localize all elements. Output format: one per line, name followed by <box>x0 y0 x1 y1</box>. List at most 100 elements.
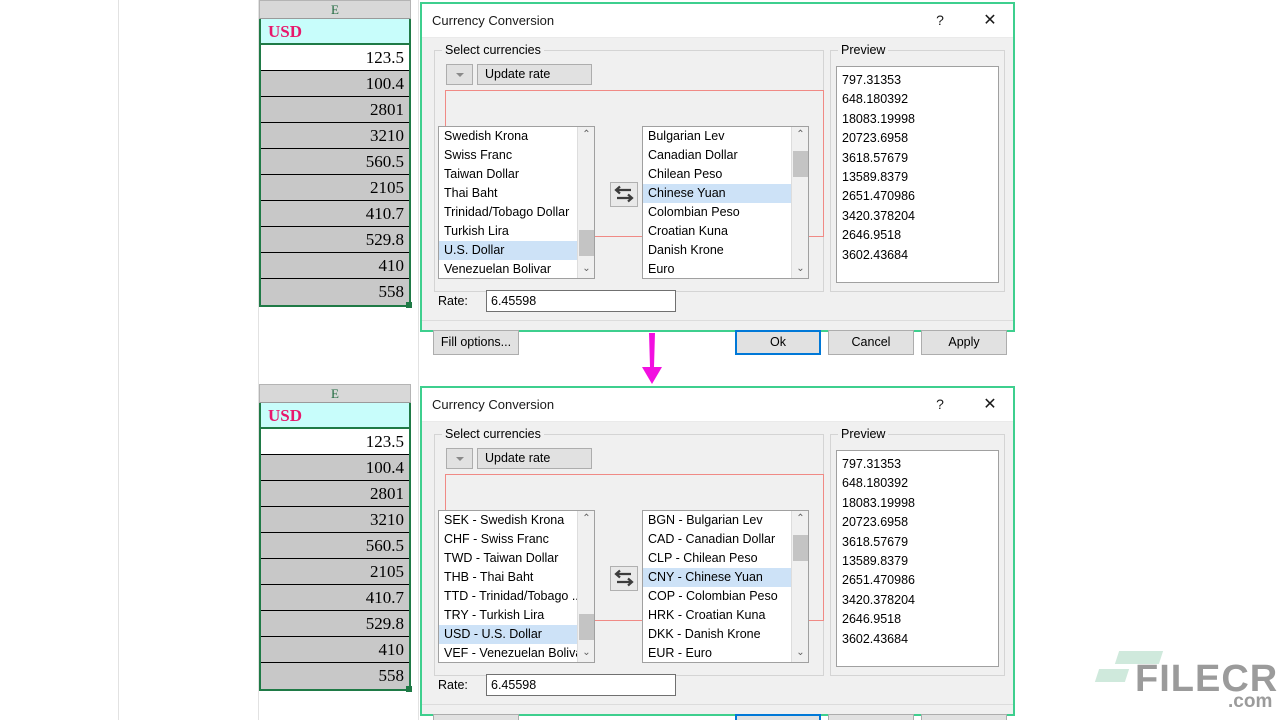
spreadsheet-cell[interactable]: 410.7 <box>261 201 409 227</box>
scrollbar-thumb[interactable] <box>579 614 594 640</box>
currency-list-item[interactable]: BGN - Bulgarian Lev <box>643 511 791 530</box>
currency-list-item[interactable]: THB - Thai Baht <box>439 568 577 587</box>
scroll-up-icon[interactable]: ⌃ <box>792 127 808 144</box>
currency-list-item[interactable]: TTD - Trinidad/Tobago ... <box>439 587 577 606</box>
spreadsheet-cell[interactable]: 100.4 <box>261 455 409 481</box>
currency-list-item[interactable]: Chinese Yuan <box>643 184 791 203</box>
currency-list-item[interactable]: CNY - Chinese Yuan <box>643 568 791 587</box>
currency-list-item[interactable]: Canadian Dollar <box>643 146 791 165</box>
currency-list-item[interactable]: Swedish Krona <box>439 127 577 146</box>
scroll-up-icon[interactable]: ⌃ <box>578 127 594 144</box>
currency-list-item[interactable]: Trinidad/Tobago Dollar <box>439 203 577 222</box>
scrollbar-thumb[interactable] <box>793 535 808 561</box>
currency-list-item[interactable]: Danish Krone <box>643 241 791 260</box>
currency-list-item[interactable]: Venezuelan Bolivar <box>439 260 577 278</box>
fill-handle[interactable] <box>406 686 412 692</box>
spreadsheet-cell[interactable]: 558 <box>261 663 409 689</box>
currency-list-item[interactable]: Chilean Peso <box>643 165 791 184</box>
column-header-e[interactable]: E <box>259 0 411 19</box>
fill-options-button[interactable]: Fill options... <box>433 330 519 355</box>
currency-list-item[interactable]: Euro <box>643 260 791 278</box>
spreadsheet-cell[interactable]: 2105 <box>261 559 409 585</box>
spreadsheet-cell[interactable]: 123.5 <box>261 429 409 455</box>
title-bar[interactable]: Currency Conversion ? ✕ <box>422 4 1013 38</box>
scrollbar-thumb[interactable] <box>579 230 594 256</box>
target-currency-listbox[interactable]: Bulgarian Lev Canadian Dollar Chilean Peso… <box>642 126 809 279</box>
spreadsheet-cell[interactable]: 2801 <box>261 481 409 507</box>
source-currency-listbox[interactable]: Swedish Krona Swiss Franc Taiwan Dollar Tha… <box>438 126 595 279</box>
currency-list-item[interactable]: COP - Colombian Peso <box>643 587 791 606</box>
source-currency-listbox[interactable]: SEK - Swedish Krona CHF - Swiss Franc TWD … <box>438 510 595 663</box>
scrollbar-thumb[interactable] <box>793 151 808 177</box>
spreadsheet-cell[interactable]: 529.8 <box>261 227 409 253</box>
currency-list-item[interactable]: Turkish Lira <box>439 222 577 241</box>
column-header-e[interactable]: E <box>259 384 411 403</box>
currency-list-item[interactable]: Colombian Peso <box>643 203 791 222</box>
ok-button[interactable]: Ok <box>735 714 821 720</box>
currency-list-item[interactable]: Taiwan Dollar <box>439 165 577 184</box>
update-rate-button[interactable]: Update rate <box>477 448 592 469</box>
currency-list-item[interactable]: U.S. Dollar <box>439 241 577 260</box>
scroll-up-icon[interactable]: ⌃ <box>792 511 808 528</box>
title-bar[interactable]: Currency Conversion ? ✕ <box>422 388 1013 422</box>
spreadsheet-cell[interactable]: 529.8 <box>261 611 409 637</box>
help-icon[interactable]: ? <box>919 388 961 421</box>
ok-button[interactable]: Ok <box>735 330 821 355</box>
currency-list-item[interactable]: SEK - Swedish Krona <box>439 511 577 530</box>
scroll-down-icon[interactable]: ⌄ <box>792 645 808 662</box>
currency-list-item[interactable]: CHF - Swiss Franc <box>439 530 577 549</box>
currency-list-item[interactable]: DKK - Danish Krone <box>643 625 791 644</box>
currency-list-item[interactable]: Thai Baht <box>439 184 577 203</box>
rate-input[interactable]: 6.45598 <box>486 674 676 696</box>
currency-list-item[interactable]: TWD - Taiwan Dollar <box>439 549 577 568</box>
update-rate-dropdown-button[interactable] <box>446 64 473 85</box>
currency-list-item[interactable]: HRK - Croatian Kuna <box>643 606 791 625</box>
help-icon[interactable]: ? <box>919 4 961 37</box>
spreadsheet-cell[interactable]: 100.4 <box>261 71 409 97</box>
spreadsheet-cell[interactable]: 123.5 <box>261 45 409 71</box>
scroll-down-icon[interactable]: ⌄ <box>792 261 808 278</box>
spreadsheet-cell[interactable]: 410 <box>261 253 409 279</box>
swap-currencies-button[interactable] <box>610 182 638 207</box>
cancel-button[interactable]: Cancel <box>828 330 914 355</box>
currency-list-item[interactable]: CAD - Canadian Dollar <box>643 530 791 549</box>
spreadsheet-cell[interactable]: 2801 <box>261 97 409 123</box>
spreadsheet-cell[interactable]: 560.5 <box>261 149 409 175</box>
apply-button[interactable]: Apply <box>921 714 1007 720</box>
cell-header-usd[interactable]: USD <box>261 403 409 429</box>
target-scrollbar[interactable]: ⌃ ⌄ <box>791 127 808 278</box>
currency-list-item[interactable]: TRY - Turkish Lira <box>439 606 577 625</box>
scroll-up-icon[interactable]: ⌃ <box>578 511 594 528</box>
spreadsheet-cell[interactable]: 410.7 <box>261 585 409 611</box>
currency-list-item[interactable]: EUR - Euro <box>643 644 791 662</box>
target-currency-listbox[interactable]: BGN - Bulgarian Lev CAD - Canadian Dollar… <box>642 510 809 663</box>
cancel-button[interactable]: Cancel <box>828 714 914 720</box>
spreadsheet-cell[interactable]: 2105 <box>261 175 409 201</box>
currency-list-item[interactable]: Bulgarian Lev <box>643 127 791 146</box>
close-icon[interactable]: ✕ <box>969 4 1011 37</box>
scroll-down-icon[interactable]: ⌄ <box>578 645 594 662</box>
swap-currencies-button[interactable] <box>610 566 638 591</box>
rate-input[interactable]: 6.45598 <box>486 290 676 312</box>
fill-options-button[interactable]: Fill options... <box>433 714 519 720</box>
spreadsheet-cell[interactable]: 560.5 <box>261 533 409 559</box>
scroll-down-icon[interactable]: ⌄ <box>578 261 594 278</box>
spreadsheet-cell[interactable]: 410 <box>261 637 409 663</box>
currency-list-item[interactable]: VEF - Venezuelan Bolivar <box>439 644 577 662</box>
cell-header-usd[interactable]: USD <box>261 19 409 45</box>
source-scrollbar[interactable]: ⌃ ⌄ <box>577 511 594 662</box>
target-scrollbar[interactable]: ⌃ ⌄ <box>791 511 808 662</box>
update-rate-button[interactable]: Update rate <box>477 64 592 85</box>
spreadsheet-cell[interactable]: 3210 <box>261 507 409 533</box>
fill-handle[interactable] <box>406 302 412 308</box>
spreadsheet-cell[interactable]: 558 <box>261 279 409 305</box>
close-icon[interactable]: ✕ <box>969 388 1011 421</box>
currency-list-item[interactable]: CLP - Chilean Peso <box>643 549 791 568</box>
apply-button[interactable]: Apply <box>921 330 1007 355</box>
currency-list-item[interactable]: USD - U.S. Dollar <box>439 625 577 644</box>
spreadsheet-cell[interactable]: 3210 <box>261 123 409 149</box>
source-scrollbar[interactable]: ⌃ ⌄ <box>577 127 594 278</box>
currency-list-item[interactable]: Swiss Franc <box>439 146 577 165</box>
update-rate-dropdown-button[interactable] <box>446 448 473 469</box>
currency-list-item[interactable]: Croatian Kuna <box>643 222 791 241</box>
